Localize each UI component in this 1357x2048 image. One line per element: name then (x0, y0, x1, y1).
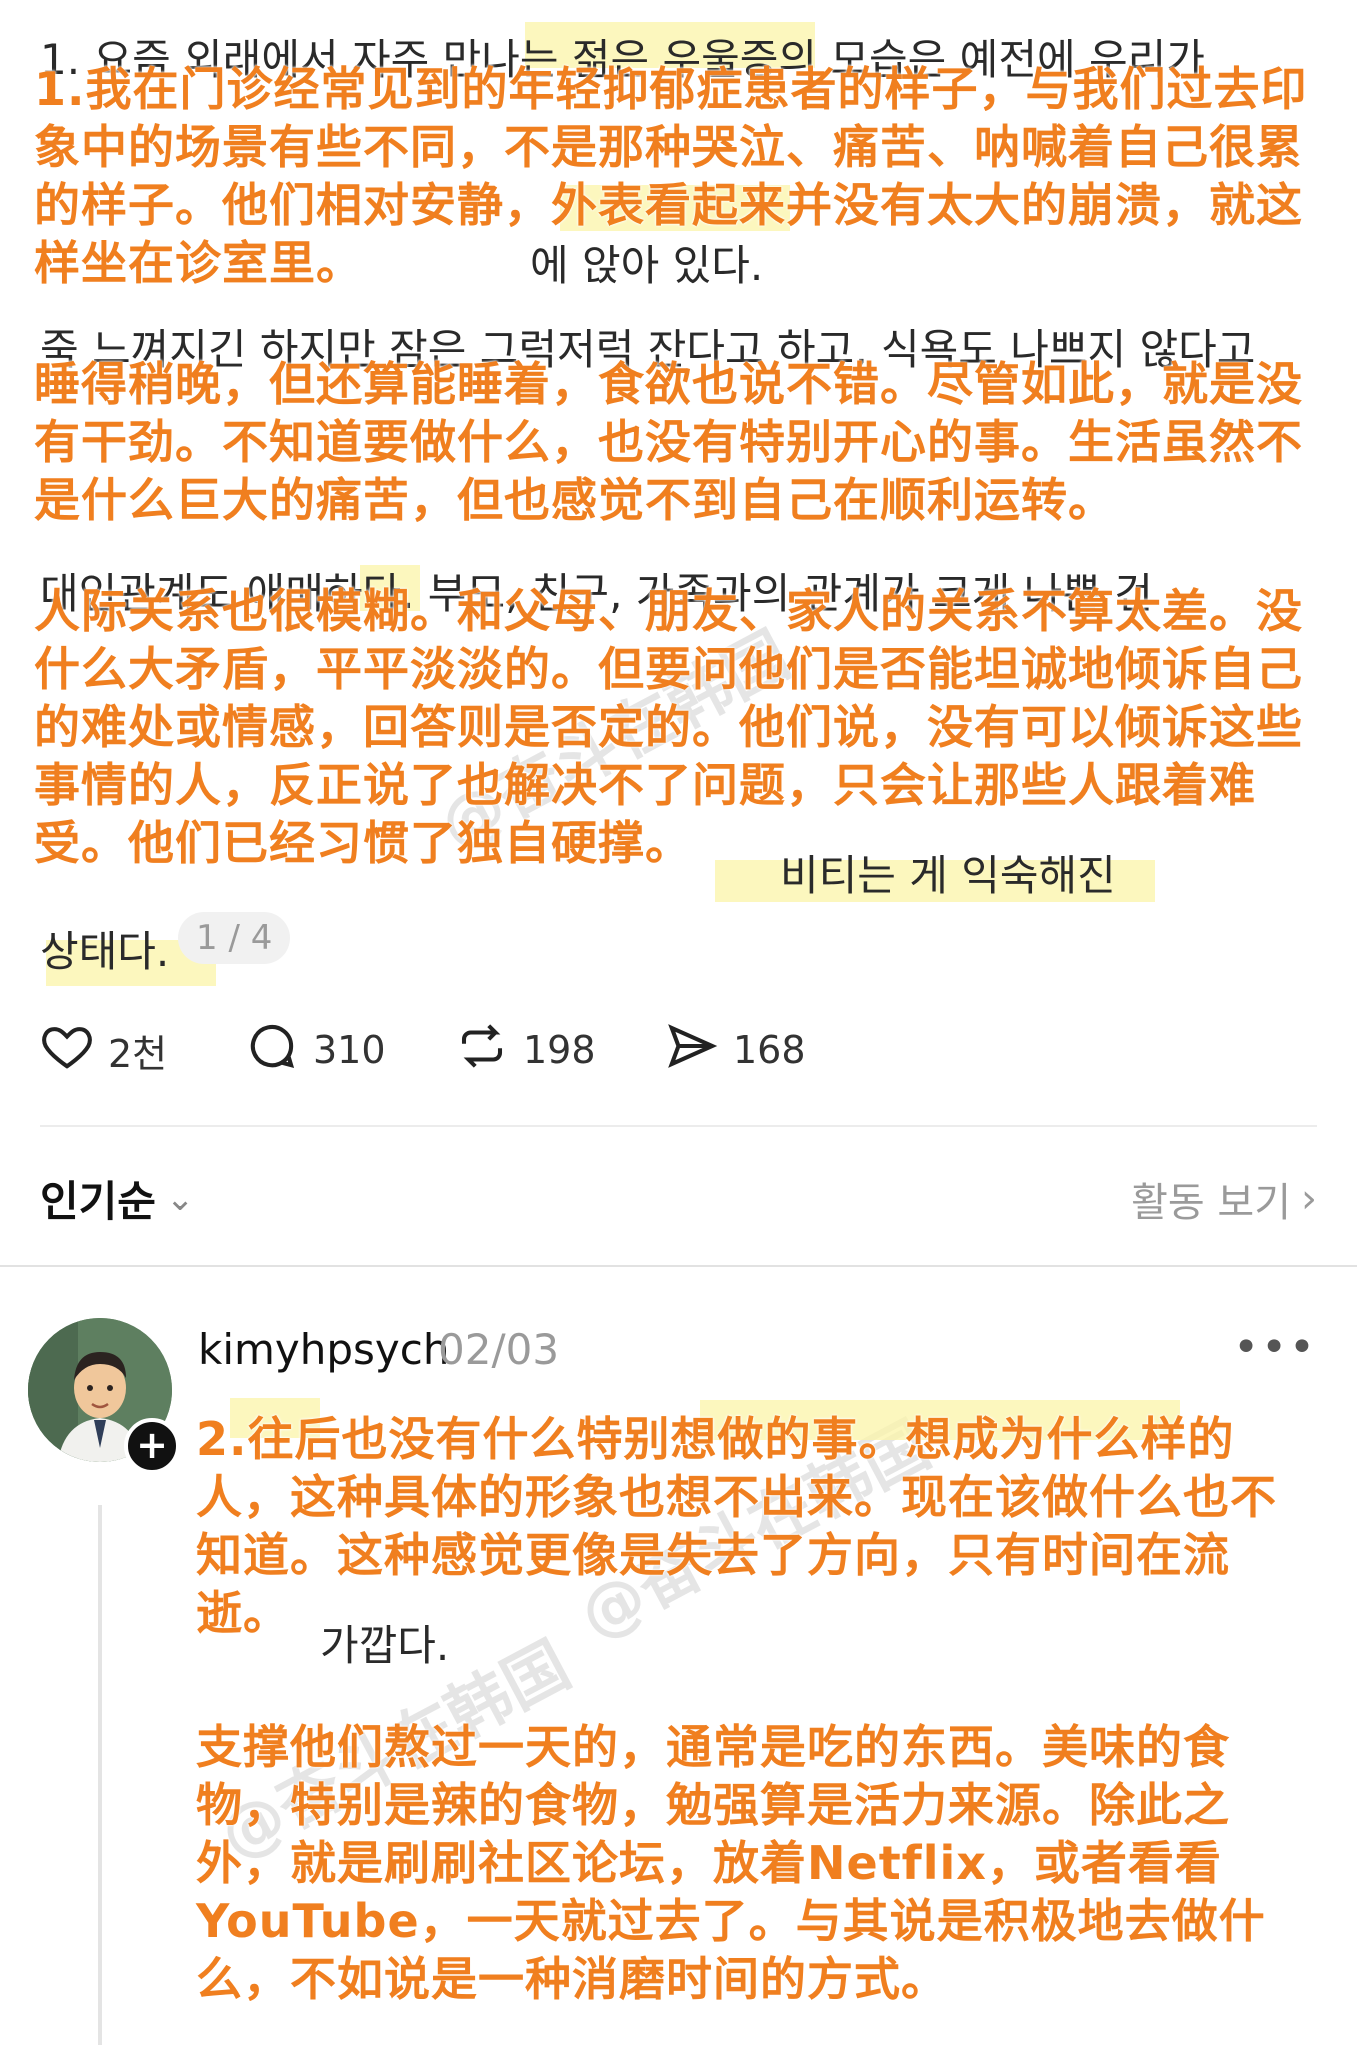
comment-button[interactable]: 310 (245, 1020, 386, 1080)
share-button[interactable]: 168 (665, 1020, 806, 1080)
comment-date: 02/03 (438, 1325, 560, 1374)
page-indicator: 1 / 4 (178, 912, 291, 964)
comment-count: 310 (313, 1028, 386, 1072)
divider (40, 1125, 1317, 1127)
thread-line (98, 1505, 102, 2045)
send-icon (665, 1019, 719, 1082)
translation-paragraph: 人际关系也很模糊。和父母、朋友、家人的关系不算太差。没什么大矛盾，平平淡淡的。但… (34, 584, 1303, 870)
comment-translation-paragraph: 支撑他们熬过一天的，通常是吃的东西。美味的食物，特别是辣的食物，勉强算是活力来源… (196, 1720, 1266, 2006)
repost-button[interactable]: 198 (455, 1020, 596, 1080)
like-button[interactable]: 2천 (40, 1020, 167, 1080)
translation-paragraph: 睡得稍晚，但还算能睡着，食欲也说不错。尽管如此，就是没有干劲。不知道要做什么，也… (34, 357, 1303, 527)
comment-translation-paragraph: 2.往后也没有什么特别想做的事。想成为什么样的人，这种具体的形象也想不出来。现在… (196, 1412, 1277, 1640)
sort-dropdown[interactable]: 인기순 ⌄ (40, 1168, 194, 1229)
follow-plus-icon[interactable]: + (124, 1418, 180, 1474)
more-options-icon[interactable]: ••• (1233, 1322, 1317, 1373)
comment-icon (245, 1019, 299, 1082)
share-count: 168 (733, 1028, 806, 1072)
heart-icon (40, 1019, 94, 1082)
section-divider (0, 1265, 1357, 1267)
chevron-down-icon: ⌄ (165, 1178, 195, 1219)
like-count: 2천 (108, 1031, 168, 1076)
post-original-line: 상태다. (40, 927, 170, 976)
repost-count: 198 (523, 1028, 596, 1072)
activity-link[interactable]: 활동 보기 › (1131, 1170, 1317, 1228)
repost-icon (455, 1019, 509, 1082)
comment-username[interactable]: kimyhpsych (198, 1325, 450, 1374)
sort-label: 인기순 (40, 1177, 156, 1226)
translation-paragraph: 1.我在门诊经常见到的年轻抑郁症患者的样子，与我们过去印象中的场景有些不同，不是… (34, 62, 1308, 290)
chevron-right-icon: › (1301, 1176, 1317, 1222)
activity-label: 활동 보기 (1131, 1180, 1291, 1226)
